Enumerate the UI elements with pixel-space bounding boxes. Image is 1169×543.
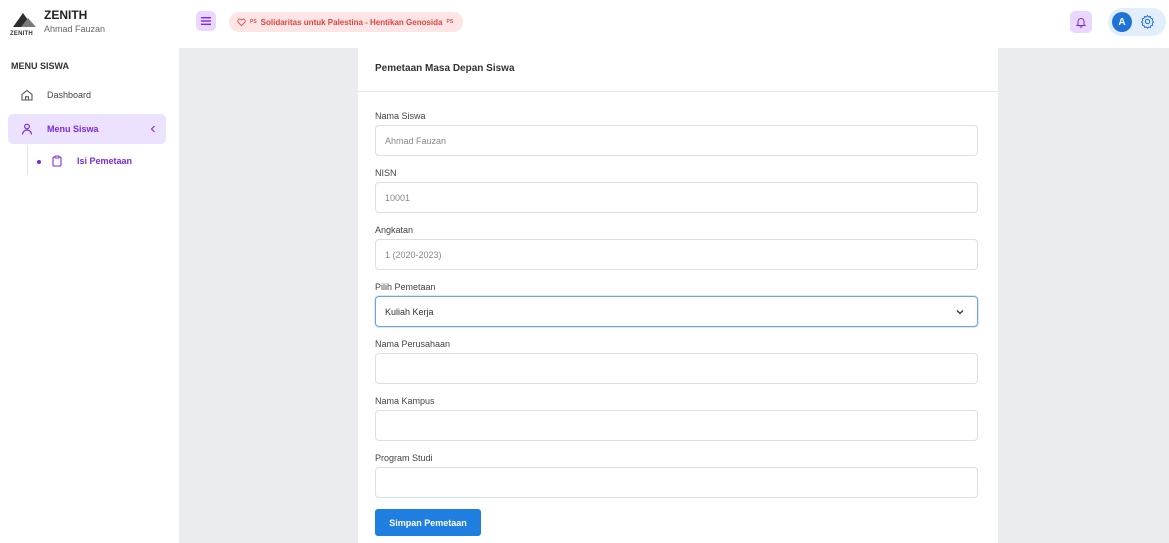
logo-text: ZENITH <box>10 31 33 37</box>
nama-kampus-input[interactable] <box>375 410 978 441</box>
divider <box>358 91 998 92</box>
pilih-pemetaan-select[interactable]: Kuliah Kerja <box>375 296 978 327</box>
top-header: ZENITH ZENITH Ahmad Fauzan PS Solidarita… <box>0 0 1169 48</box>
hamburger-icon <box>201 17 211 25</box>
form-card: Pemetaan Masa Depan Siswa Nama Siswa Ahm… <box>358 48 998 543</box>
gear-icon[interactable] <box>1140 14 1155 29</box>
current-user-name: Ahmad Fauzan <box>44 24 106 34</box>
page-title: Pemetaan Masa Depan Siswa <box>375 63 515 74</box>
select-value: Kuliah Kerja <box>385 306 434 317</box>
angkatan-label: Angkatan <box>375 225 414 235</box>
nama-perusahaan-input[interactable] <box>375 353 978 384</box>
avatar[interactable]: A <box>1112 12 1132 32</box>
program-studi-input[interactable] <box>375 467 978 498</box>
program-studi-label: Program Studi <box>375 453 433 463</box>
sidebar-item-dashboard[interactable]: Dashboard <box>8 80 166 110</box>
notifications-button[interactable] <box>1070 11 1092 33</box>
sidebar-section-title: MENU SISWA <box>11 61 70 71</box>
sidebar-item-label: Isi Pemetaan <box>77 156 133 166</box>
sidebar-item-label: Menu Siswa <box>47 124 99 134</box>
banner-prefix: PS <box>250 19 257 25</box>
chevron-down-icon <box>956 310 964 315</box>
sidebar-item-isi-pemetaan[interactable]: Isi Pemetaan <box>36 152 166 172</box>
solidarity-banner: PS Solidaritas untuk Palestina - Hentika… <box>229 12 464 32</box>
nisn-label: NISN <box>375 168 397 178</box>
bell-icon <box>1075 18 1087 28</box>
pilih-pemetaan-label: Pilih Pemetaan <box>375 282 436 292</box>
sidebar: MENU SISWA Dashboard Menu Siswa Isi Peme… <box>0 48 179 543</box>
sidebar-item-menu-siswa[interactable]: Menu Siswa <box>8 114 166 144</box>
angkatan-field[interactable]: 1 (2020-2023) <box>375 239 978 270</box>
sidebar-item-label: Dashboard <box>47 90 92 100</box>
user-menu[interactable]: A <box>1108 8 1166 36</box>
active-dot <box>37 160 41 164</box>
banner-suffix: PS <box>446 19 454 25</box>
nama-siswa-label: Nama Siswa <box>375 111 426 121</box>
clipboard-icon <box>52 155 62 167</box>
nama-kampus-label: Nama Kampus <box>375 396 435 406</box>
brand-name: ZENITH <box>44 8 88 22</box>
banner-text: Solidaritas untuk Palestina - Hentikan G… <box>260 17 443 27</box>
nama-siswa-field[interactable]: Ahmad Fauzan <box>375 125 978 156</box>
heart-icon <box>237 18 246 26</box>
chevron-left-icon <box>150 125 155 133</box>
user-icon <box>21 123 33 135</box>
nama-perusahaan-label: Nama Perusahaan <box>375 339 451 349</box>
submenu-line <box>27 145 28 175</box>
menu-toggle-button[interactable] <box>196 11 216 31</box>
home-icon <box>21 89 33 101</box>
brand[interactable]: ZENITH ZENITH Ahmad Fauzan <box>10 7 170 41</box>
save-button[interactable]: Simpan Pemetaan <box>375 509 481 536</box>
nisn-field[interactable]: 10001 <box>375 182 978 213</box>
